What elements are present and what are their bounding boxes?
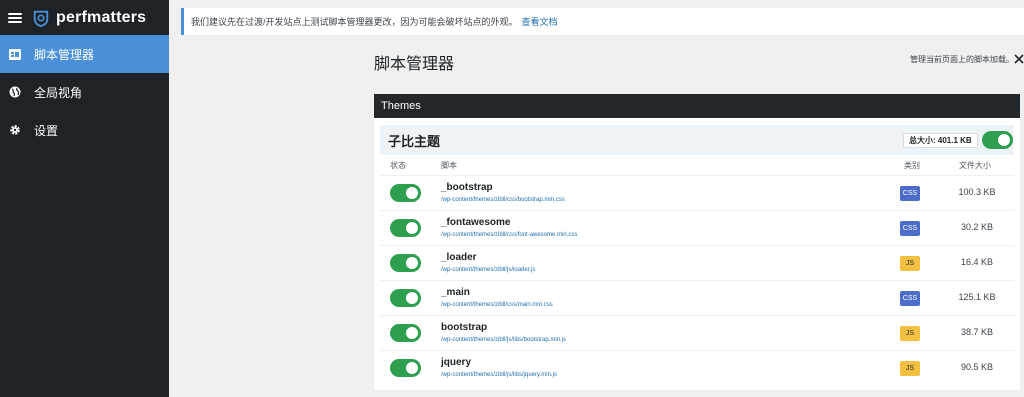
script-size: 16.4 KB	[960, 257, 994, 267]
script-path: /wp-content/themes/zibll/js/libs/bootstr…	[441, 337, 567, 343]
script-size: 38.7 KB	[960, 327, 994, 337]
script-size: 125.1 KB	[958, 292, 996, 302]
gear-icon	[8, 123, 22, 137]
table-row: _bootstrap /wp-content/themes/zibll/css/…	[380, 175, 1014, 210]
type-badge: JS	[900, 326, 920, 341]
script-toggle[interactable]	[390, 289, 421, 307]
table-row: bootstrap /wp-content/themes/zibll/js/li…	[380, 315, 1014, 350]
notice-text: 我们建议先在过渡/开发站点上测试脚本管理器更改，因为可能会破坏站点的外观。	[191, 17, 518, 27]
total-size-badge: 总大小: 401.1 KB	[903, 133, 978, 148]
script-name: _fontawesome	[441, 217, 511, 228]
type-badge: CSS	[900, 291, 920, 306]
group-header: 子比主题 总大小: 401.1 KB	[380, 125, 1014, 155]
logo-text: perfmatters	[56, 8, 147, 26]
table-row: _fontawesome /wp-content/themes/zibll/cs…	[380, 210, 1014, 245]
perfmatters-logo-icon	[33, 10, 49, 27]
table-row: _loader /wp-content/themes/zibll/js/load…	[380, 245, 1014, 280]
script-path: /wp-content/themes/zibll/js/loader.js	[441, 267, 536, 273]
type-badge: CSS	[900, 221, 920, 236]
script-name: bootstrap	[441, 322, 488, 333]
page-description: 管理当前页面上的脚本加载。	[910, 55, 1014, 64]
column-status: 状态	[390, 161, 406, 170]
script-name: _bootstrap	[441, 182, 493, 193]
script-list: _bootstrap /wp-content/themes/zibll/css/…	[380, 175, 1014, 385]
script-size: 100.3 KB	[958, 187, 996, 197]
sidebar-item-label: 脚本管理器	[34, 47, 95, 62]
scripts-panel: 子比主题 总大小: 401.1 KB 状态 脚本 类别 文件大小 _bootst…	[374, 118, 1020, 390]
sidebar-item-script-manager[interactable]: 脚本管理器	[0, 35, 169, 73]
globe-icon	[8, 85, 22, 99]
type-badge: JS	[900, 361, 920, 376]
script-toggle[interactable]	[390, 359, 421, 377]
column-size: 文件大小	[959, 161, 991, 170]
table-row: _main /wp-content/themes/zibll/css/main.…	[380, 280, 1014, 315]
script-toggle[interactable]	[390, 254, 421, 272]
view-docs-link[interactable]: 查看文档	[522, 15, 558, 28]
group-title: 子比主题	[388, 133, 441, 149]
script-name: _loader	[441, 252, 477, 263]
column-script: 脚本	[441, 161, 457, 170]
section-header: Themes	[374, 94, 1020, 118]
script-toggle[interactable]	[390, 219, 421, 237]
script-toggle[interactable]	[390, 184, 421, 202]
type-badge: CSS	[900, 186, 920, 201]
page-title: 脚本管理器	[374, 56, 455, 73]
script-size: 90.5 KB	[960, 362, 994, 372]
dashboard-icon	[8, 47, 22, 61]
type-badge: JS	[900, 256, 920, 271]
script-name: jquery	[441, 357, 472, 368]
script-path: /wp-content/themes/zibll/css/main.min.cs…	[441, 302, 553, 308]
script-toggle[interactable]	[390, 324, 421, 342]
sidebar-item-label: 设置	[34, 123, 59, 138]
script-path: /wp-content/themes/zibll/css/font-awesom…	[441, 232, 578, 238]
sidebar-item-settings[interactable]: 设置	[0, 111, 169, 149]
close-icon[interactable]	[1014, 54, 1024, 64]
script-size: 30.2 KB	[960, 222, 994, 232]
table-row: jquery /wp-content/themes/zibll/js/libs/…	[380, 350, 1014, 385]
sidebar: perfmatters 脚本管理器 全局视角 设置	[0, 0, 169, 397]
script-name: _main	[441, 287, 470, 298]
script-path: /wp-content/themes/zibll/css/bootstrap.m…	[441, 197, 565, 203]
group-toggle[interactable]	[982, 131, 1013, 149]
column-type: 类别	[904, 161, 920, 170]
menu-icon[interactable]	[8, 12, 22, 23]
notice-banner: 我们建议先在过渡/开发站点上测试脚本管理器更改，因为可能会破坏站点的外观。 查看…	[181, 8, 1024, 35]
script-path: /wp-content/themes/zibll/js/libs/jquery.…	[441, 372, 557, 378]
sidebar-item-label: 全局视角	[34, 85, 83, 100]
sidebar-item-global-view[interactable]: 全局视角	[0, 73, 169, 111]
sidebar-header: perfmatters	[0, 0, 169, 35]
